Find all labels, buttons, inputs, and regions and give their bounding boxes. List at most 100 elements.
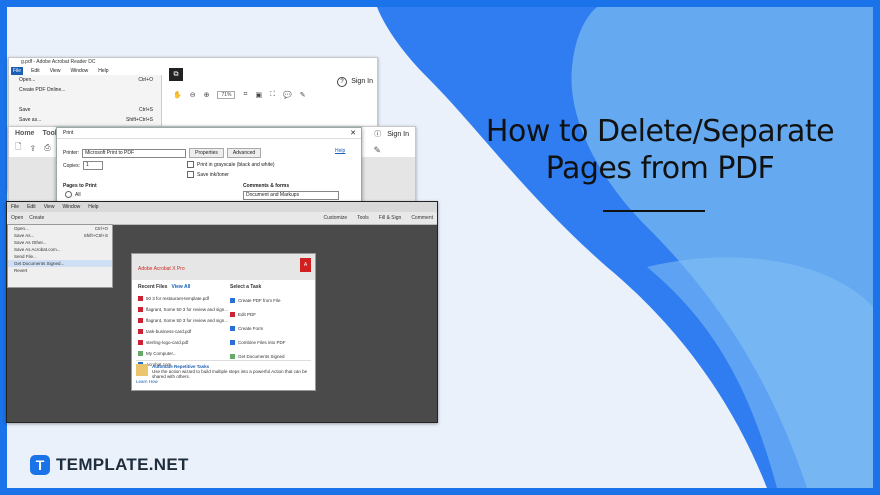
menu-edit[interactable]: Edit xyxy=(27,202,36,212)
pdf-icon xyxy=(138,318,143,323)
save-ink-row[interactable]: Save ink/toner xyxy=(187,171,229,178)
menu-separator xyxy=(9,95,161,105)
task-create-form[interactable]: Create Form xyxy=(230,321,286,335)
recent-file-item[interactable]: task-business-card.pdf xyxy=(138,326,228,337)
recent-file-item[interactable]: sterling-logo-card.pdf xyxy=(138,337,228,348)
open-button[interactable]: Open xyxy=(11,212,23,224)
menu-item-open[interactable]: Open... Ctrl+O xyxy=(9,75,161,85)
grayscale-row[interactable]: Print in grayscale (black and white) xyxy=(187,161,275,168)
copies-label: Copies: xyxy=(63,162,80,169)
fill-sign-tab[interactable]: Fill & Sign xyxy=(379,212,402,224)
pdf-icon xyxy=(138,329,143,334)
window-title: g.pdf - Adobe Acrobat Reader DC xyxy=(21,59,96,65)
help-icon[interactable]: ? xyxy=(337,77,347,87)
menu-window[interactable]: Window xyxy=(62,202,80,212)
help-icon[interactable]: ⓘ xyxy=(374,129,381,139)
my-computer-item[interactable]: My Computer... xyxy=(138,348,228,359)
printer-select[interactable]: Microsoft Print to PDF xyxy=(82,148,187,158)
sign-in-link[interactable]: Sign In xyxy=(387,131,409,138)
form-icon xyxy=(230,325,235,331)
advanced-button[interactable]: Advanced xyxy=(226,148,262,158)
zoom-out-icon[interactable]: ⊖ xyxy=(190,91,196,99)
comment-icon[interactable]: 💬 xyxy=(283,91,292,99)
help-link[interactable]: Help xyxy=(335,148,345,154)
all-radio[interactable]: All xyxy=(65,191,81,198)
printer-row: Printer: Microsoft Print to PDF Properti… xyxy=(63,148,262,158)
sign-in-link[interactable]: Sign In xyxy=(351,78,373,85)
view-toolbar: ✋ ⊖ ⊕ 71% ⌗ ▣ ⛶ 💬 ✎ xyxy=(161,88,377,102)
create-pdf-icon xyxy=(230,297,235,303)
menu-view[interactable]: View xyxy=(44,202,55,212)
tab-home[interactable]: Home xyxy=(15,127,34,140)
combine-icon xyxy=(230,339,235,345)
zoom-level[interactable]: 71% xyxy=(217,91,236,99)
save-ink-checkbox[interactable] xyxy=(187,171,194,178)
create-button[interactable]: Create xyxy=(29,212,44,224)
crop-icon[interactable]: ⌗ xyxy=(243,91,247,99)
product-name: Adobe Acrobat X Pro xyxy=(138,266,185,272)
template-logo-icon: T xyxy=(30,455,50,475)
brand: T TEMPLATE.NET xyxy=(30,455,189,475)
menu-help[interactable]: Help xyxy=(96,67,110,75)
comment-tab[interactable]: Comment xyxy=(411,212,433,224)
tools-icon[interactable]: ⧉ xyxy=(169,68,183,81)
menu-item-save-acrobat-com[interactable]: Save As Acrobat.com... xyxy=(8,246,112,253)
learn-how-link[interactable]: Learn How xyxy=(136,379,311,384)
menu-item-save-as[interactable]: Save as... Shift+Ctrl+S xyxy=(9,115,161,125)
grayscale-checkbox[interactable] xyxy=(187,161,194,168)
zoom-in-icon[interactable]: ⊕ xyxy=(204,91,210,99)
comments-select[interactable]: Document and Markups xyxy=(243,191,339,200)
close-icon[interactable]: ✕ xyxy=(350,129,356,137)
customize-button[interactable]: Customize xyxy=(323,212,347,224)
hand-icon[interactable]: ✋ xyxy=(173,91,182,99)
welcome-banner: Adobe Acrobat X Pro A xyxy=(132,254,315,280)
properties-button[interactable]: Properties xyxy=(189,148,224,158)
page-icon[interactable]: 🗋 xyxy=(15,141,21,155)
menu-item-open[interactable]: Open... Ctrl+O xyxy=(8,225,112,232)
toolbar-right: Customize Tools Fill & Sign Comment xyxy=(323,212,433,224)
fullscreen-icon[interactable]: ⛶ xyxy=(270,91,275,99)
welcome-screen: Adobe Acrobat X Pro A Recent Files View A… xyxy=(131,253,316,391)
task-combine[interactable]: Combine Files into PDF xyxy=(230,335,286,349)
menu-item-create-pdf[interactable]: Create PDF Online... xyxy=(9,85,161,95)
radio-icon[interactable] xyxy=(65,191,72,198)
recent-file-item[interactable]: flagrant, Some 50 3 for review and sign.… xyxy=(138,304,228,315)
copies-input[interactable]: 1 xyxy=(82,161,103,170)
title-line-1: How to Delete/Separate xyxy=(485,114,835,149)
adobe-logo-icon: A xyxy=(300,258,311,272)
menu-item-save[interactable]: Save Ctrl+S xyxy=(9,105,161,115)
task-edit-pdf[interactable]: Edit PDF xyxy=(230,307,286,321)
menu-item-revert[interactable]: Revert xyxy=(8,267,112,274)
printer-label: Printer: xyxy=(63,150,80,156)
title-underline xyxy=(603,210,705,212)
menu-item-send-file[interactable]: Send File... xyxy=(8,253,112,260)
dialog-title: Print xyxy=(57,128,361,139)
menu-view[interactable]: View xyxy=(48,67,63,75)
menu-item-save-as-other[interactable]: Save As Other... xyxy=(8,239,112,246)
recent-files: Recent Files View All 50 3 for restaurant… xyxy=(138,284,228,370)
upload-icon[interactable]: ⇪ xyxy=(29,144,36,153)
recent-file-item[interactable]: flagrant, Some 50 3 for review and sign.… xyxy=(138,315,228,326)
menu-bar: File Edit View Window Help xyxy=(9,67,377,75)
menu-window[interactable]: Window xyxy=(68,67,90,75)
title-line-2: Pages from PDF xyxy=(545,151,775,186)
print-icon[interactable]: ⎙ xyxy=(44,143,50,153)
pdf-icon xyxy=(138,340,143,345)
file-menu: Open... Ctrl+O Save As... Shift+Ctrl+S Sav… xyxy=(7,224,113,288)
tools-tab[interactable]: Tools xyxy=(357,212,369,224)
edit-icon[interactable]: ✎ xyxy=(373,145,381,156)
recent-file-item[interactable]: 50 3 for restaurant-template.pdf xyxy=(138,293,228,304)
task-create-pdf[interactable]: Create PDF from File xyxy=(230,293,286,307)
menu-file[interactable]: File xyxy=(11,202,19,212)
copies-row: Copies: 1 xyxy=(63,161,103,170)
footer-text: Use the action wizard to build multiple … xyxy=(152,369,308,379)
menu-item-save-as[interactable]: Save As... Shift+Ctrl+S xyxy=(8,232,112,239)
fit-icon[interactable]: ▣ xyxy=(255,91,262,99)
pen-icon[interactable]: ✎ xyxy=(300,91,306,99)
menu-item-get-signed[interactable]: Get Documents Signed... xyxy=(8,260,112,267)
menu-help[interactable]: Help xyxy=(88,202,98,212)
menu-edit[interactable]: Edit xyxy=(29,67,42,75)
menu-file[interactable]: File xyxy=(11,67,24,75)
view-all-link[interactable]: View All xyxy=(171,284,190,290)
page-title: How to Delete/Separate Pages from PDF xyxy=(470,113,850,187)
